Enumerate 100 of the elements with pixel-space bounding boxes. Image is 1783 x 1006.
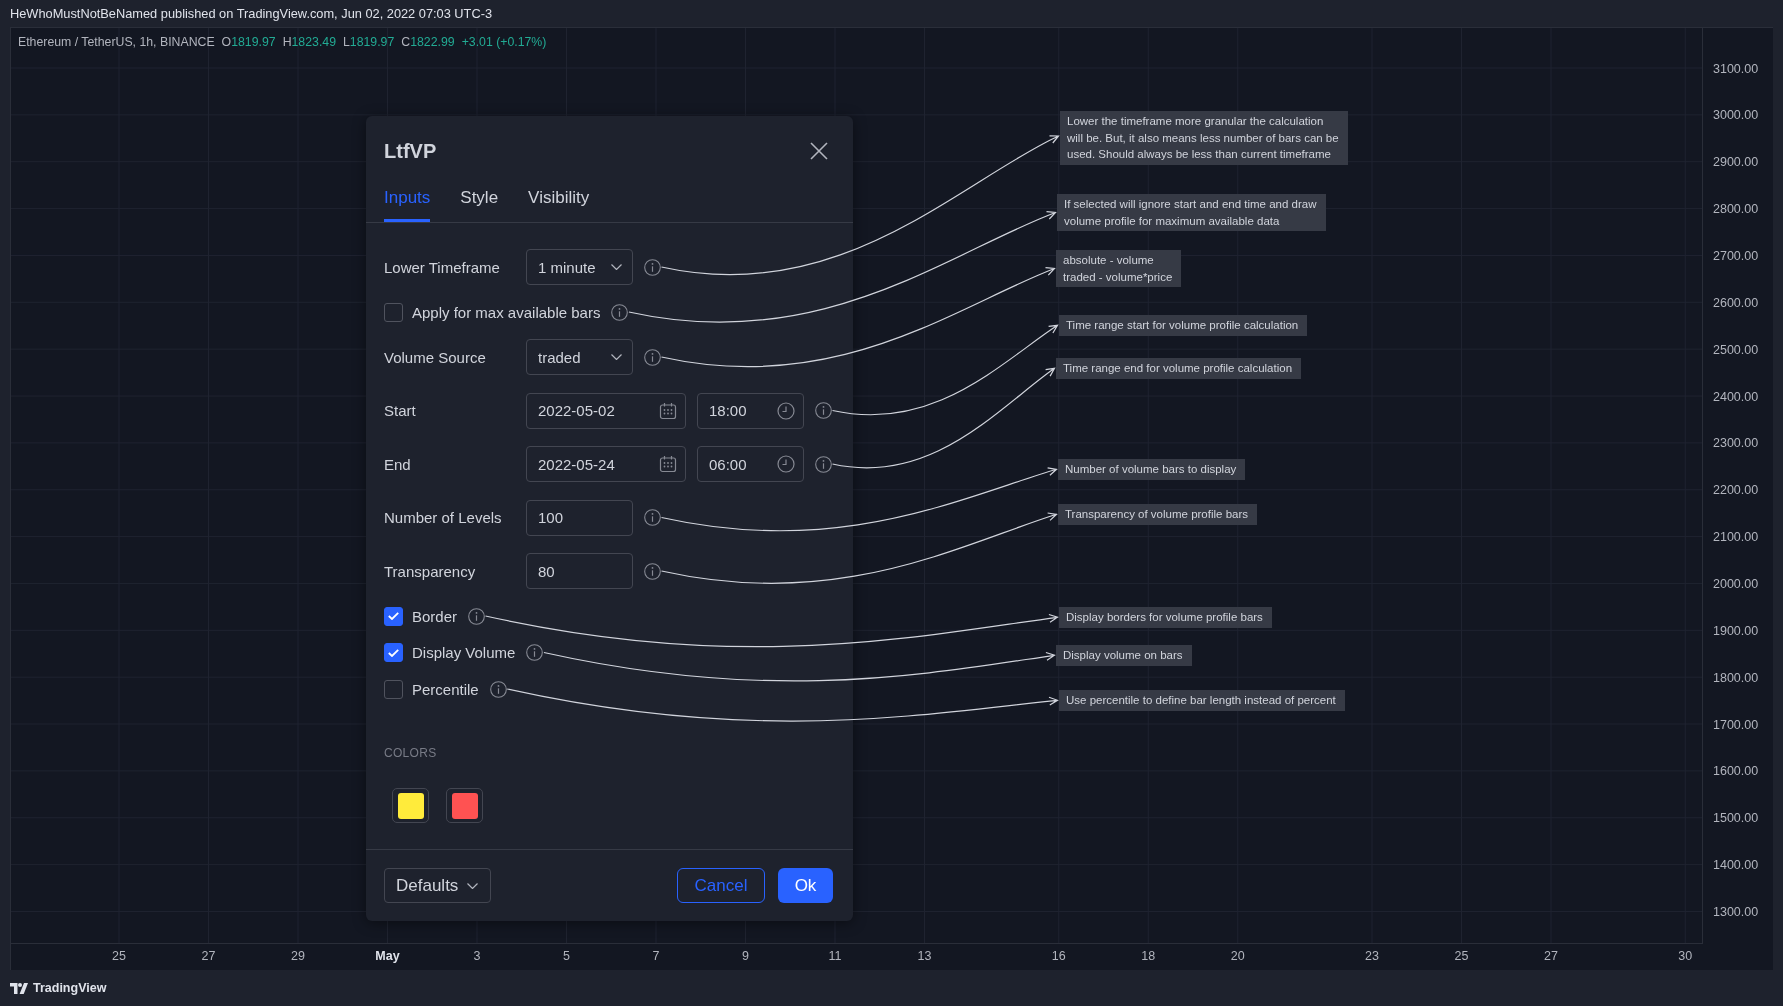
checkbox-label[interactable]: Border [412, 607, 458, 625]
tooltip: Number of volume bars to display [1058, 459, 1246, 480]
checkbox[interactable] [384, 606, 403, 626]
number-field[interactable]: 100 [526, 499, 633, 536]
checkbox[interactable] [384, 679, 403, 699]
tab[interactable]: Visibility [528, 177, 590, 222]
tooltip: Time range end for volume profile calculation [1056, 358, 1302, 379]
time-field[interactable]: 06:00 [697, 446, 804, 482]
number-field[interactable]: 80 [526, 553, 633, 589]
defaults-dropdown[interactable]: Defaults [384, 868, 491, 903]
price-label: 1700.00 [1712, 716, 1760, 734]
ohlc-value: 1823.49 [291, 35, 336, 49]
date-label: 20 [1230, 948, 1245, 965]
price-label: 1800.00 [1712, 669, 1760, 687]
check-icon [388, 612, 399, 620]
date-label: May [375, 948, 400, 965]
ohlc-label: H [282, 35, 292, 49]
info-icon[interactable] [611, 303, 629, 321]
date-label: 25 [1454, 948, 1469, 965]
info-icon[interactable] [489, 680, 507, 698]
date-label: 27 [201, 948, 216, 965]
dropdown[interactable]: traded [526, 339, 633, 375]
info-icon[interactable] [644, 258, 661, 276]
field-label: Transparency [384, 562, 477, 580]
price-label: 2700.00 [1712, 248, 1760, 266]
date-label: 9 [742, 948, 749, 965]
date-label: 3 [473, 948, 481, 965]
date-label: 13 [917, 948, 932, 965]
date-label: 27 [1544, 948, 1558, 965]
field-label: Lower Timeframe [384, 258, 501, 276]
ok-button[interactable]: Ok [778, 868, 833, 903]
tooltip: absolute - volume traded - volume*price [1056, 250, 1182, 287]
checkbox-label[interactable]: Apply for max available bars [412, 303, 601, 321]
check-icon [388, 648, 399, 657]
calendar-icon [659, 401, 677, 420]
info-icon[interactable] [815, 402, 832, 419]
tooltip: Display volume on bars [1056, 645, 1192, 666]
checkbox-label[interactable]: Percentile [412, 680, 479, 698]
logo-icon [10, 982, 28, 994]
date-label: 16 [1051, 948, 1066, 965]
field-label: Number of Levels [384, 509, 503, 526]
tab[interactable]: Style [460, 177, 499, 222]
price-label: 3100.00 [1712, 60, 1760, 78]
date-label: 18 [1141, 948, 1156, 965]
calendar-icon [659, 455, 677, 473]
price-change: +3.01 (+0.17%) [461, 34, 547, 50]
date-label: 7 [652, 948, 660, 965]
tooltip: Time range start for volume profile calculation [1059, 315, 1308, 336]
price-label: 1500.00 [1712, 810, 1760, 828]
publisher-line: HeWhoMustNotBeNamed published on TradingView.com, Jun 02, 2022 07:03 UTC-3 [10, 6, 493, 21]
chevron-down-icon [611, 354, 622, 360]
date-label: 11 [828, 948, 842, 965]
price-label: 2000.00 [1712, 576, 1760, 594]
date-field[interactable]: 2022-05-02 [526, 392, 686, 429]
price-label: 1600.00 [1712, 763, 1760, 781]
field-label: End [384, 455, 412, 473]
ohlc-label: L [343, 35, 350, 49]
date-label: 5 [563, 948, 570, 965]
price-label: 2100.00 [1712, 529, 1760, 547]
checkbox[interactable] [384, 302, 403, 322]
checkbox[interactable] [384, 643, 403, 662]
ohlc-label: O [221, 35, 232, 49]
tooltip: Lower the timeframe more granular the calculation will be. But, it also means less number of bars can be used. Should always be less than current timeframe [1060, 111, 1348, 165]
price-label: 2900.00 [1712, 154, 1760, 172]
ohlc-value: 1819.97 [349, 35, 395, 49]
price-label: 1300.00 [1712, 904, 1760, 922]
dialog-title: LtfVP [384, 139, 437, 163]
close-icon[interactable] [810, 142, 828, 160]
date-label: 25 [112, 948, 126, 965]
price-label: 2400.00 [1712, 388, 1760, 406]
date-label: 29 [291, 948, 305, 965]
chevron-down-icon [611, 264, 622, 270]
info-icon[interactable] [644, 348, 661, 366]
symbol-title: Ethereum / TetherUS, 1h, BINANCE [18, 34, 215, 50]
price-label: 2800.00 [1712, 201, 1760, 219]
checkbox-label[interactable]: Display Volume [412, 644, 516, 661]
date-label: 23 [1365, 948, 1379, 965]
clock-icon [777, 401, 795, 420]
brand-name: TradingView [33, 981, 107, 995]
date-field[interactable]: 2022-05-24 [526, 446, 686, 482]
info-icon[interactable] [644, 562, 661, 580]
time-field[interactable]: 18:00 [697, 392, 804, 429]
price-label: 2200.00 [1712, 482, 1760, 500]
info-icon[interactable] [468, 607, 486, 625]
price-label: 2500.00 [1712, 341, 1760, 359]
price-label: 2300.00 [1712, 435, 1760, 453]
info-icon[interactable] [815, 455, 832, 473]
price-label: 1400.00 [1712, 857, 1760, 875]
clock-icon [777, 455, 795, 473]
tooltip: Display borders for volume profile bars [1059, 607, 1272, 628]
dropdown[interactable]: 1 minute [526, 249, 633, 285]
price-label: 1900.00 [1712, 622, 1760, 640]
info-icon[interactable] [526, 644, 544, 661]
price-label: 2600.00 [1712, 294, 1760, 312]
field-label: Volume Source [384, 348, 487, 366]
info-icon[interactable] [644, 509, 661, 526]
tooltip: If selected will ignore start and end time and draw volume profile for maximum available data [1057, 194, 1326, 231]
ohlc-value: 1822.99 [410, 35, 455, 49]
ohlc-value: 1819.97 [231, 35, 276, 49]
date-label: 30 [1678, 948, 1693, 965]
